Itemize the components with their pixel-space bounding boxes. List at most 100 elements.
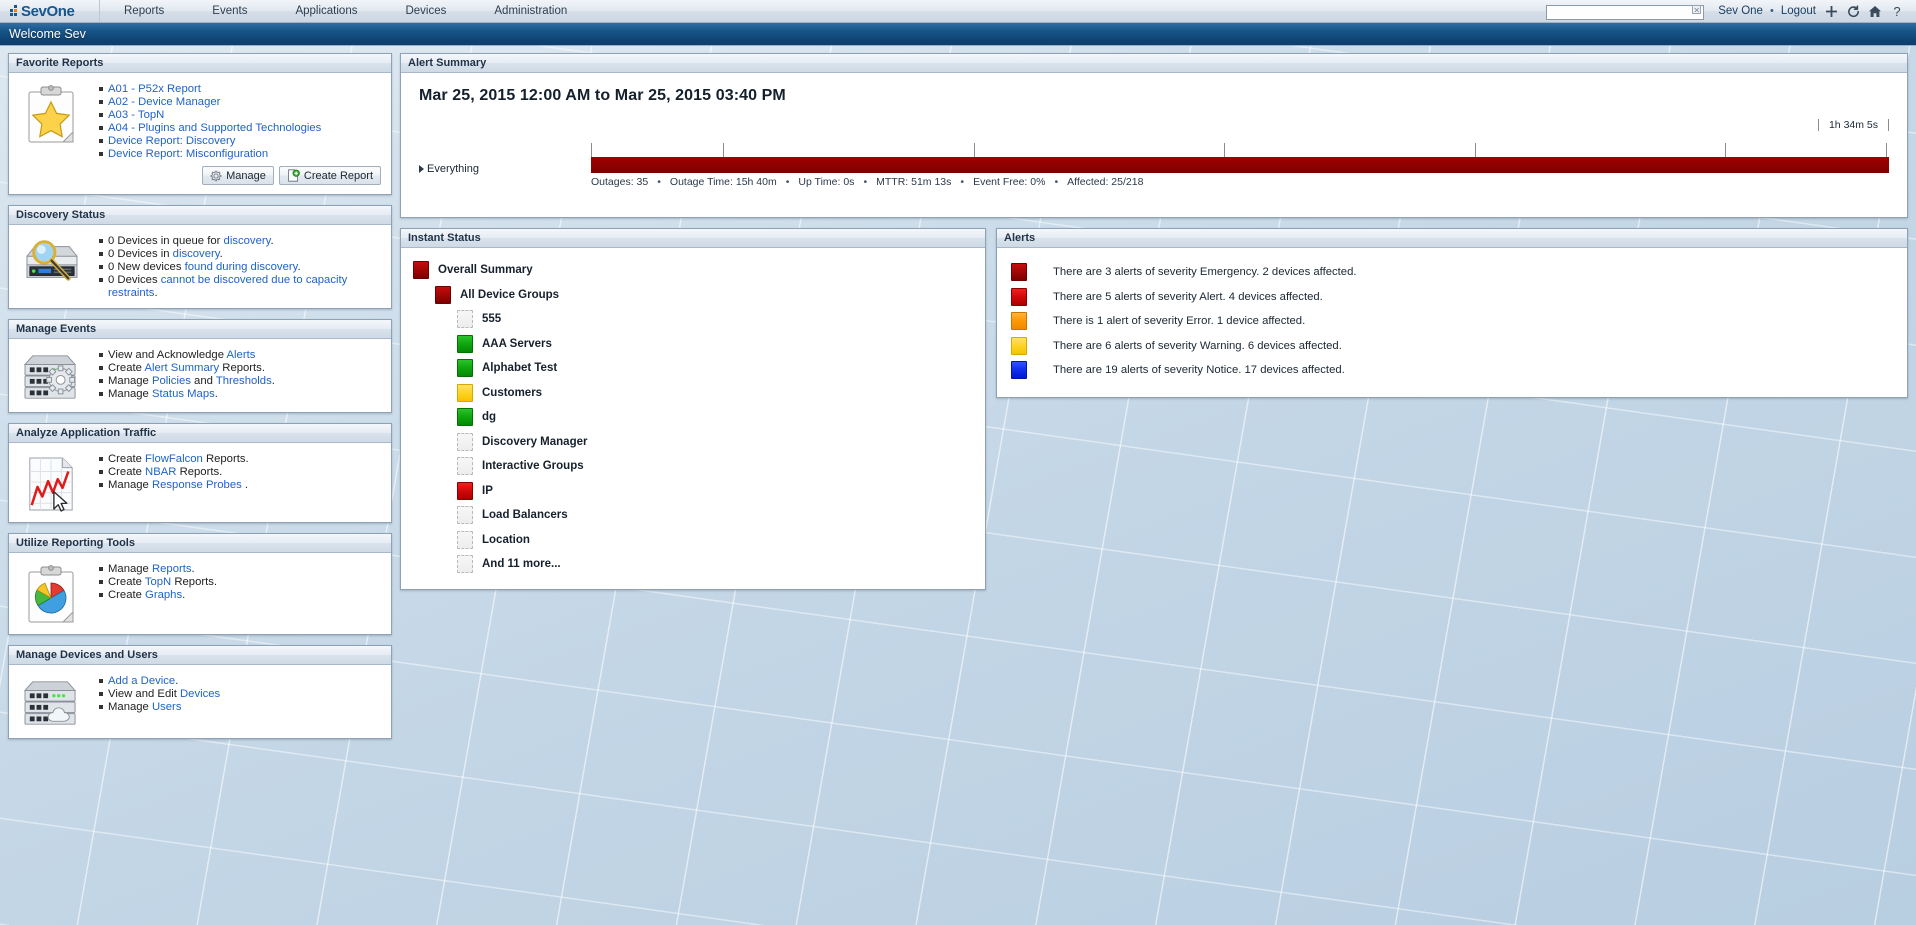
status-badge	[457, 506, 473, 525]
status-badge	[457, 359, 473, 378]
fav-report-link-1[interactable]: A01 - P52x Report	[108, 83, 201, 95]
panel-title-devices-users: Manage Devices and Users	[9, 646, 391, 666]
create-report-button-label: Create Report	[303, 169, 373, 182]
sevone-logo[interactable]: SevOne	[0, 0, 100, 22]
list-item: Device Report: Misconfiguration	[99, 148, 383, 160]
status-badge	[413, 261, 429, 280]
status-row-customers[interactable]: Customers	[409, 381, 977, 406]
status-row-interactive-groups[interactable]: Interactive Groups	[409, 454, 977, 479]
alert-row-error[interactable]: There is 1 alert of severity Error. 1 de…	[1005, 309, 1899, 334]
users-link[interactable]: Users	[152, 701, 182, 713]
fav-report-link-5[interactable]: Device Report: Discovery	[108, 135, 235, 147]
fav-report-link-2[interactable]: A02 - Device Manager	[108, 96, 220, 108]
fav-report-link-6[interactable]: Device Report: Misconfiguration	[108, 148, 268, 160]
nav-item-devices[interactable]: Devices	[381, 0, 470, 22]
status-badge	[457, 555, 473, 574]
status-row-555[interactable]: 555	[409, 307, 977, 332]
status-row-overall-summary[interactable]: Overall Summary	[409, 258, 977, 283]
expand-triangle-icon[interactable]	[419, 165, 424, 173]
status-row-and-more[interactable]: And 11 more...	[409, 552, 977, 577]
text: Create	[108, 362, 145, 375]
new-document-icon	[288, 169, 300, 183]
nav-item-administration[interactable]: Administration	[470, 0, 591, 22]
refresh-icon[interactable]	[1842, 0, 1864, 22]
current-user-label[interactable]: Sev One	[1714, 5, 1767, 17]
middle-row: Instant Status Overall Summary All Devic…	[400, 228, 1908, 600]
svg-text:?: ?	[1893, 4, 1900, 18]
create-report-button[interactable]: Create Report	[278, 166, 381, 186]
text: View and Acknowledge	[108, 349, 227, 362]
alert-row-notice[interactable]: There are 19 alerts of severity Notice. …	[1005, 358, 1899, 383]
status-row-alphabet-test[interactable]: Alphabet Test	[409, 356, 977, 381]
status-row-discovery-manager[interactable]: Discovery Manager	[409, 430, 977, 455]
status-row-location[interactable]: Location	[409, 528, 977, 553]
status-row-dg[interactable]: dg	[409, 405, 977, 430]
nav-item-reports[interactable]: Reports	[100, 0, 188, 22]
nav-item-events[interactable]: Events	[188, 0, 271, 22]
thresholds-link[interactable]: Thresholds	[216, 375, 272, 387]
alerts-link[interactable]: Alerts	[227, 349, 256, 361]
alert-row-alert[interactable]: There are 5 alerts of severity Alert. 4 …	[1005, 285, 1899, 310]
panel-title-alert-summary: Alert Summary	[401, 54, 1907, 73]
alert-summary-outage-bar[interactable]	[591, 157, 1889, 173]
text: Create	[108, 576, 145, 589]
panel-alert-summary: Alert Summary Mar 25, 2015 12:00 AM to M…	[400, 53, 1908, 218]
topn-link[interactable]: TopN	[145, 576, 171, 588]
add-device-link[interactable]: Add a Device	[108, 675, 175, 687]
discovery-link-3[interactable]: found during discovery	[185, 261, 298, 273]
reports-link[interactable]: Reports	[152, 563, 192, 575]
status-row-all-device-groups[interactable]: All Device Groups	[409, 283, 977, 308]
logout-link[interactable]: Logout	[1777, 5, 1820, 17]
graphs-link[interactable]: Graphs	[145, 589, 182, 601]
severity-badge-emergency	[1011, 263, 1027, 282]
alert-summary-link[interactable]: Alert Summary	[144, 362, 219, 374]
list-item: Create NBAR Reports.	[99, 466, 383, 478]
devices-link[interactable]: Devices	[180, 688, 220, 700]
panel-body-analyze-traffic: Create FlowFalcon Reports. Create NBAR R…	[9, 443, 391, 522]
status-row-label: Overall Summary	[438, 264, 533, 277]
alert-summary-row-everything[interactable]: Everything	[419, 163, 479, 175]
policies-link[interactable]: Policies	[152, 375, 191, 387]
left-column: Favorite Reports A01 - P52x Report A02 -…	[8, 53, 392, 749]
help-icon[interactable]: ?	[1886, 0, 1908, 22]
home-icon[interactable]	[1864, 0, 1886, 22]
stat-outage-time: Outage Time: 15h 40m	[669, 176, 777, 188]
status-row-aaa-servers[interactable]: AAA Servers	[409, 332, 977, 357]
alert-row-warning[interactable]: There are 6 alerts of severity Warning. …	[1005, 334, 1899, 359]
nbar-link[interactable]: NBAR	[145, 466, 176, 478]
flowfalcon-link[interactable]: FlowFalcon	[145, 453, 203, 465]
clear-search-icon[interactable]: ✕	[1692, 5, 1702, 15]
panel-title-instant-status: Instant Status	[401, 229, 985, 248]
panel-title-favorite-reports: Favorite Reports	[9, 54, 391, 73]
text: Manage	[108, 388, 152, 401]
alert-row-emergency[interactable]: There are 3 alerts of severity Emergency…	[1005, 260, 1899, 285]
response-probes-link[interactable]: Response Probes	[152, 479, 242, 491]
status-row-load-balancers[interactable]: Load Balancers	[409, 503, 977, 528]
status-row-ip[interactable]: IP	[409, 479, 977, 504]
fav-report-link-4[interactable]: A04 - Plugins and Supported Technologies	[108, 122, 321, 134]
search-input[interactable]	[1546, 5, 1705, 20]
stat-sep: •	[785, 176, 790, 188]
favorite-reports-buttons: Manage Create Report	[17, 160, 383, 186]
panel-analyze-application-traffic: Analyze Application Traffic Create FlowF…	[8, 423, 392, 524]
manage-button[interactable]: Manage	[202, 166, 274, 186]
text: 0 Devices	[108, 274, 161, 287]
list-item: 0 Devices cannot be discovered due to ca…	[99, 274, 383, 299]
list-item: View and Acknowledge Alerts	[99, 349, 383, 361]
list-item: Create Graphs.	[99, 589, 383, 601]
analyze-traffic-list: Create FlowFalcon Reports. Create NBAR R…	[85, 451, 383, 492]
plus-icon[interactable]	[1820, 0, 1842, 22]
devices-users-list: Add a Device. View and Edit Devices Mana…	[85, 673, 383, 714]
list-item: Create TopN Reports.	[99, 576, 383, 588]
list-item: Create Alert Summary Reports.	[99, 362, 383, 374]
alert-summary-chart: Everything 1h 34m 5s Outages: 35 • Outag…	[413, 119, 1895, 199]
nav-item-applications[interactable]: Applications	[271, 0, 381, 22]
discovery-link-1[interactable]: discovery	[224, 235, 271, 247]
discovery-link-2[interactable]: discovery	[173, 248, 220, 260]
list-item: Create FlowFalcon Reports.	[99, 453, 383, 465]
stat-sep: •	[863, 176, 868, 188]
panel-body-favorite-reports: A01 - P52x Report A02 - Device Manager A…	[9, 73, 391, 194]
fav-report-link-3[interactable]: A03 - TopN	[108, 109, 164, 121]
status-badge	[457, 432, 473, 451]
status-maps-link[interactable]: Status Maps	[152, 388, 215, 400]
